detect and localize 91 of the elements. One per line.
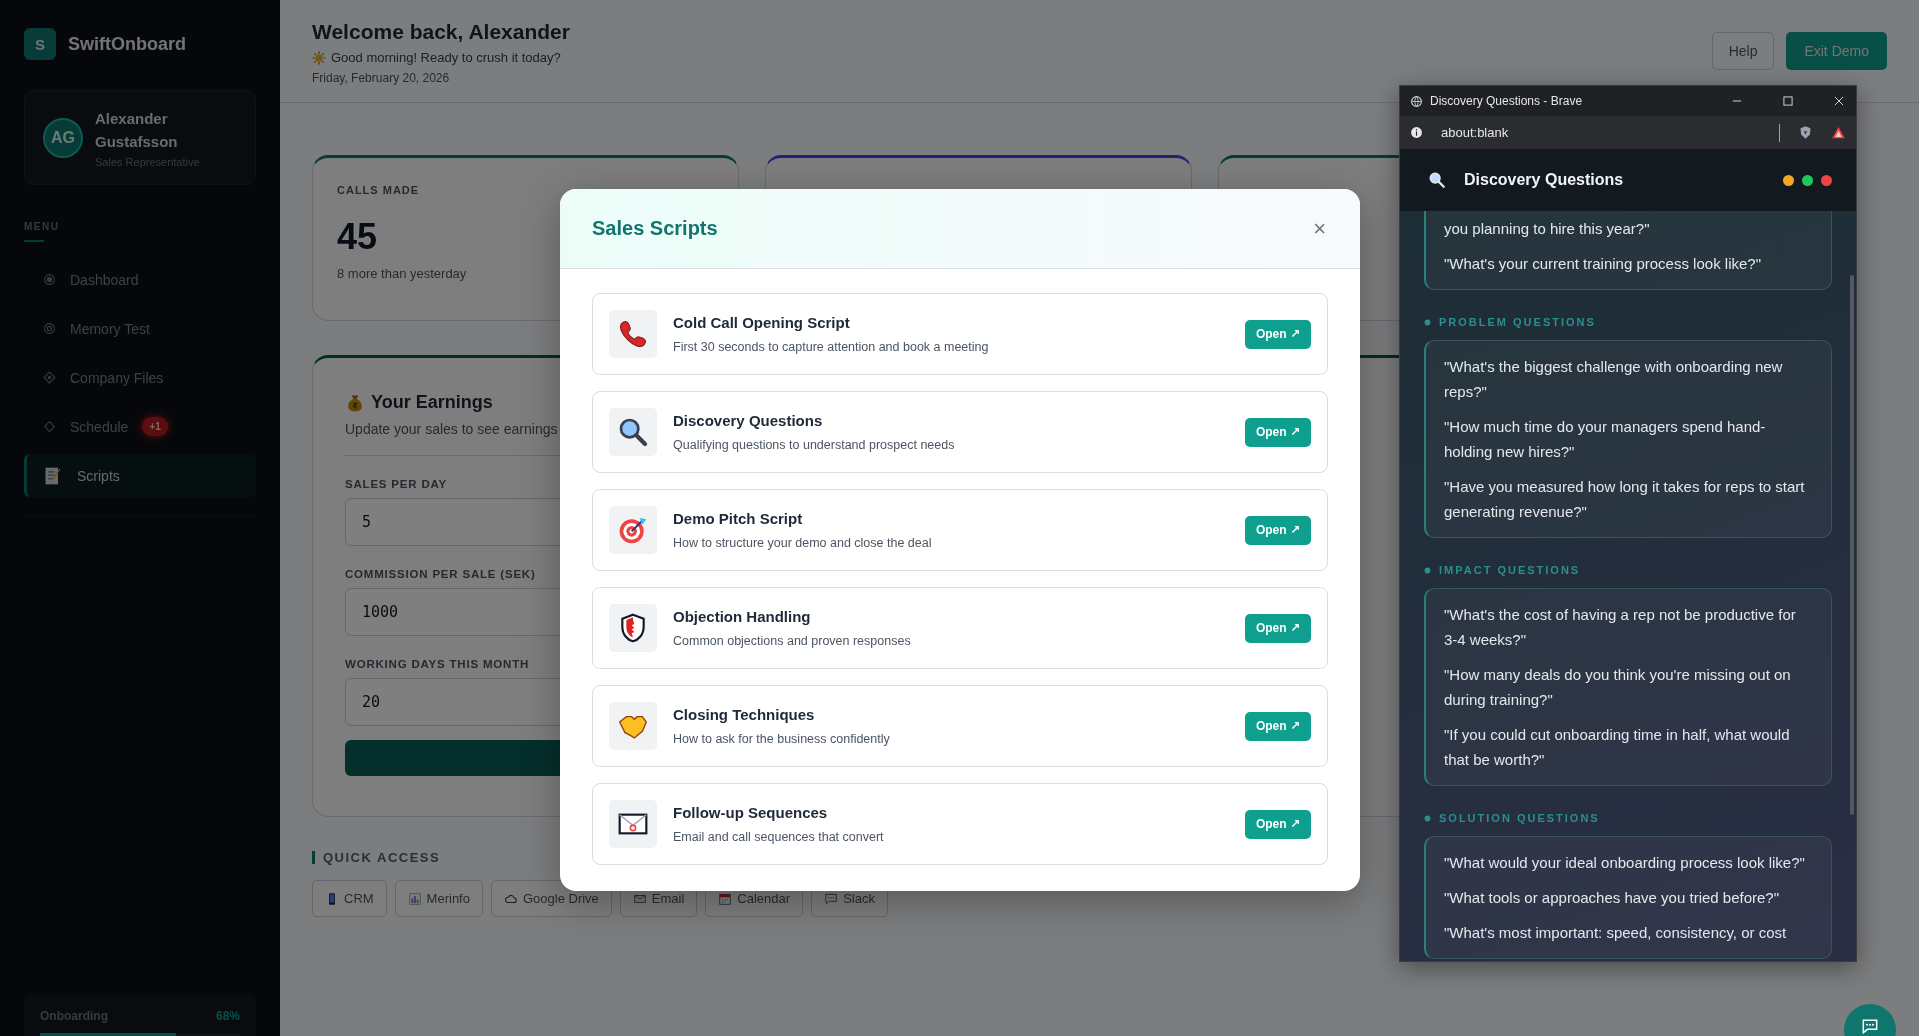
bullet-icon — [1424, 814, 1431, 822]
section-heading: IMPACT QUESTIONS — [1439, 564, 1581, 576]
info-icon — [1410, 126, 1423, 139]
open-button[interactable]: Open ↗ — [1244, 319, 1311, 349]
progress-percent: 68% — [215, 1009, 240, 1023]
sun-icon — [312, 50, 326, 65]
sidebar-item[interactable]: Memory Test — [24, 307, 256, 350]
question-text: "What's the cost of having a rep not be productive for 3-4 weeks?" — [1444, 605, 1797, 650]
section-heading: SOLUTION QUESTIONS — [1439, 812, 1600, 824]
card-subtitle: Update your sales to see earnings — [345, 421, 558, 437]
chat-icon — [1860, 1016, 1880, 1036]
diamond-icon — [43, 420, 56, 433]
welcome-title: Welcome back, Alexander — [312, 20, 570, 44]
field-label: COMMISSION PER SALE (SEK) — [345, 568, 536, 580]
scrollbar[interactable] — [1850, 275, 1854, 815]
sidebar-item[interactable]: Scripts — [24, 454, 256, 497]
sidebar-item[interactable]: Company Files — [24, 356, 256, 399]
quick-link[interactable]: Merinfo — [394, 880, 483, 917]
greeting-text: Good morning! Ready to crush it today? — [331, 50, 561, 65]
script-title: Follow-up Sequences — [673, 804, 829, 821]
question-text: you planning to hire this year?" — [1444, 219, 1651, 239]
card-title: Your Earnings — [371, 392, 493, 413]
chat-icon — [824, 891, 839, 906]
exit-demo-button[interactable]: Exit Demo — [1786, 32, 1887, 70]
script-title: Cold Call Opening Script — [673, 314, 851, 331]
modal-title: Sales Scripts — [592, 217, 718, 240]
question-text: "What's your current training process look like?" — [1444, 254, 1762, 274]
script-description: Common objections and proven responses — [673, 634, 912, 648]
dot-icon — [43, 273, 56, 286]
script-title: Demo Pitch Script — [673, 510, 804, 527]
script-description: Qualifying questions to understand prospect needs — [673, 438, 956, 452]
quick-link[interactable]: CRM — [312, 880, 387, 917]
panel-title: Discovery Questions — [1464, 171, 1624, 189]
question-text: "What's most important: speed, consistency, or cost — [1444, 923, 1788, 943]
help-button[interactable]: Help — [1711, 32, 1775, 70]
open-button[interactable]: Open ↗ — [1244, 515, 1311, 545]
calendar-icon — [718, 891, 733, 906]
field-label: SALES PER DAY — [345, 478, 447, 490]
stat-label: CALLS MADE — [337, 184, 420, 196]
ring-icon — [43, 322, 56, 335]
script-card[interactable]: Cold Call Opening Script First 30 seconds to capture attention and book a meeting Open ↗ — [592, 293, 1328, 375]
user-name: Alexander Gustafsson — [95, 109, 179, 152]
stat-note: 8 more than yesterday — [337, 266, 467, 281]
section-heading: PROBLEM QUESTIONS — [1439, 316, 1596, 328]
script-description: How to ask for the business confidently — [673, 732, 891, 746]
open-button[interactable]: Open ↗ — [1244, 711, 1311, 741]
date-text: Friday, February 20, 2026 — [312, 71, 451, 85]
script-title: Discovery Questions — [673, 412, 824, 429]
window-title: Discovery Questions - Brave — [1430, 94, 1583, 108]
script-card[interactable]: Discovery Questions Qualifying questions to understand prospect needs Open ↗ — [592, 391, 1328, 473]
sidebar-item[interactable]: Dashboard — [24, 258, 256, 301]
diamond-icon — [43, 371, 56, 384]
avatar: AG — [43, 117, 83, 158]
stat-value: 45 — [337, 216, 378, 258]
notification-badge: +1 — [142, 417, 168, 436]
phone-icon — [617, 318, 649, 350]
script-card[interactable]: Demo Pitch Script How to structure your demo and close the deal Open ↗ — [592, 489, 1328, 571]
search-icon — [1428, 171, 1446, 189]
sidebar-item[interactable]: Schedule +1 — [24, 405, 256, 448]
open-button[interactable]: Open ↗ — [1244, 809, 1311, 839]
address-bar[interactable]: about:blank — [1441, 125, 1509, 140]
script-description: How to structure your demo and close the deal — [673, 536, 933, 550]
script-card[interactable]: Follow-up Sequences Email and call sequences that convert Open ↗ — [592, 783, 1328, 865]
open-button[interactable]: Open ↗ — [1244, 613, 1311, 643]
shield-icon — [1798, 125, 1813, 140]
script-card[interactable]: Objection Handling Common objections and proven responses Open ↗ — [592, 587, 1328, 669]
close-icon — [1832, 94, 1846, 108]
bullet-icon — [1424, 566, 1431, 574]
question-text: "Have you measured how long it takes for reps to start generating revenue?" — [1444, 477, 1806, 522]
script-card[interactable]: Closing Techniques How to ask for the business confidently Open ↗ — [592, 685, 1328, 767]
globe-icon — [1410, 94, 1423, 108]
close-button[interactable]: × — [1309, 215, 1330, 242]
magnifier-icon — [617, 416, 649, 448]
logo: S — [24, 28, 56, 60]
field-label: WORKING DAYS THIS MONTH — [345, 658, 530, 670]
bar-chart-icon — [407, 891, 422, 906]
memo-icon — [43, 465, 63, 486]
script-description: First 30 seconds to capture attention and book a meeting — [673, 340, 990, 354]
question-text: "How much time do your managers spend hand-holding new hires?" — [1444, 417, 1767, 462]
script-title: Objection Handling — [673, 608, 812, 625]
script-description: Email and call sequences that convert — [673, 830, 885, 844]
question-text: "What tools or approaches have you tried before?" — [1444, 888, 1780, 908]
bullet-icon — [1424, 318, 1431, 326]
question-text: "If you could cut onboarding time in half, what would that be worth?" — [1444, 725, 1791, 770]
question-text: "How many deals do you think you're missing out on during training?" — [1444, 665, 1792, 710]
triangle-icon — [1831, 125, 1846, 140]
brand-name: SwiftOnboard — [68, 33, 186, 55]
maximize-icon — [1781, 94, 1795, 108]
script-title: Closing Techniques — [673, 706, 816, 723]
question-text: "What's the biggest challenge with onboarding new reps?" — [1444, 357, 1784, 402]
open-button[interactable]: Open ↗ — [1244, 417, 1311, 447]
